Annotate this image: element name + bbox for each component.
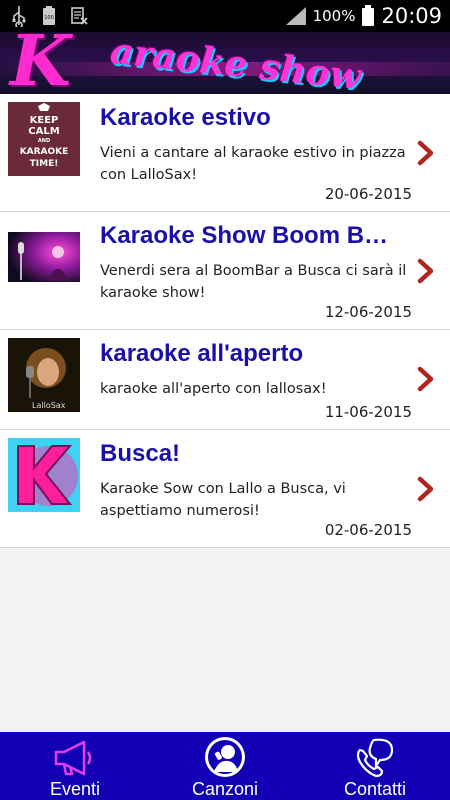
keep-calm-line-5: TIME!: [30, 159, 59, 169]
event-description: Venerdi sera al BoomBar a Busca ci sarà …: [100, 263, 407, 301]
notification-x-icon: [71, 7, 88, 25]
status-right: 100% 20:09: [285, 2, 442, 30]
chevron-right-icon: [417, 476, 434, 502]
battery-percent: 100%: [312, 7, 356, 25]
phone-chat-icon: [356, 738, 394, 778]
list-item[interactable]: Busca! Karaoke Sow con Lallo a Busca, vi…: [0, 430, 450, 548]
event-title: Karaoke estivo: [100, 104, 271, 131]
nav-contatti[interactable]: Contatti: [300, 732, 450, 800]
event-title: Busca!: [100, 440, 181, 467]
nav-eventi[interactable]: Eventi: [0, 732, 150, 800]
event-title: karaoke all'aperto: [100, 340, 304, 367]
lallosax-watermark: LalloSax: [32, 401, 66, 410]
nav-contatti-label: Contatti: [343, 779, 407, 799]
keep-calm-line-4: KARAOKE: [20, 147, 69, 157]
thumbnail-singer: LalloSax: [8, 338, 80, 412]
thumbnail-keep-calm: KEEP CALM AND KARAOKE TIME!: [8, 102, 80, 176]
battery-100-icon: 100: [43, 6, 55, 25]
event-description: karaoke all'aperto con lallosax!: [100, 381, 327, 397]
battery-icon: [362, 5, 375, 26]
keep-calm-line-1: KEEP: [30, 115, 59, 126]
banner-k-letter: K: [10, 32, 71, 94]
event-date: 11-06-2015: [324, 403, 412, 421]
app-banner: K araoke show: [0, 32, 450, 94]
list-item[interactable]: Karaoke Show Boom Bar… Venerdi sera al B…: [0, 212, 450, 330]
chevron-right-icon: [417, 140, 434, 166]
clock: 20:09: [381, 4, 442, 28]
nav-canzoni-label: Canzoni: [191, 779, 259, 799]
status-left-icons: 100: [10, 4, 88, 28]
megaphone-icon: [54, 740, 92, 776]
keep-calm-line-2: CALM: [28, 126, 59, 137]
nav-canzoni[interactable]: Canzoni: [150, 732, 300, 800]
event-date: 12-06-2015: [324, 303, 412, 321]
event-date: 20-06-2015: [324, 185, 412, 203]
status-bar: 100 100% 20:09: [0, 0, 450, 32]
keep-calm-line-3: AND: [38, 138, 50, 144]
event-description: Karaoke Sow con Lallo a Busca, vi aspett…: [100, 481, 346, 519]
bottom-navigation: Eventi Canzoni Contatti: [0, 732, 450, 800]
svg-text:100: 100: [44, 15, 54, 21]
chevron-right-icon: [417, 366, 434, 392]
usb-icon: [12, 6, 26, 27]
chevron-right-icon: [417, 258, 434, 284]
k-logo-image: [8, 438, 80, 512]
singer-portrait-image: LalloSax: [8, 338, 80, 412]
singer-icon: [205, 737, 245, 777]
signal-icon: [285, 7, 306, 25]
nav-eventi-label: Eventi: [49, 779, 101, 799]
events-list: KEEP CALM AND KARAOKE TIME! Karaoke esti…: [0, 94, 450, 548]
banner-title: araoke show: [108, 32, 363, 94]
event-title: Karaoke Show Boom Bar…: [100, 222, 400, 249]
microphone-stage-image: [8, 232, 80, 282]
event-date: 02-06-2015: [324, 521, 412, 539]
list-item[interactable]: KEEP CALM AND KARAOKE TIME! Karaoke esti…: [0, 94, 450, 212]
list-item[interactable]: LalloSax karaoke all'aperto karaoke all'…: [0, 330, 450, 430]
thumbnail-k-logo: [8, 438, 80, 512]
thumbnail-microphone: [8, 232, 80, 282]
keep-calm-image: KEEP CALM AND KARAOKE TIME!: [8, 102, 80, 176]
event-description: Vieni a cantare al karaoke estivo in pia…: [100, 145, 406, 183]
